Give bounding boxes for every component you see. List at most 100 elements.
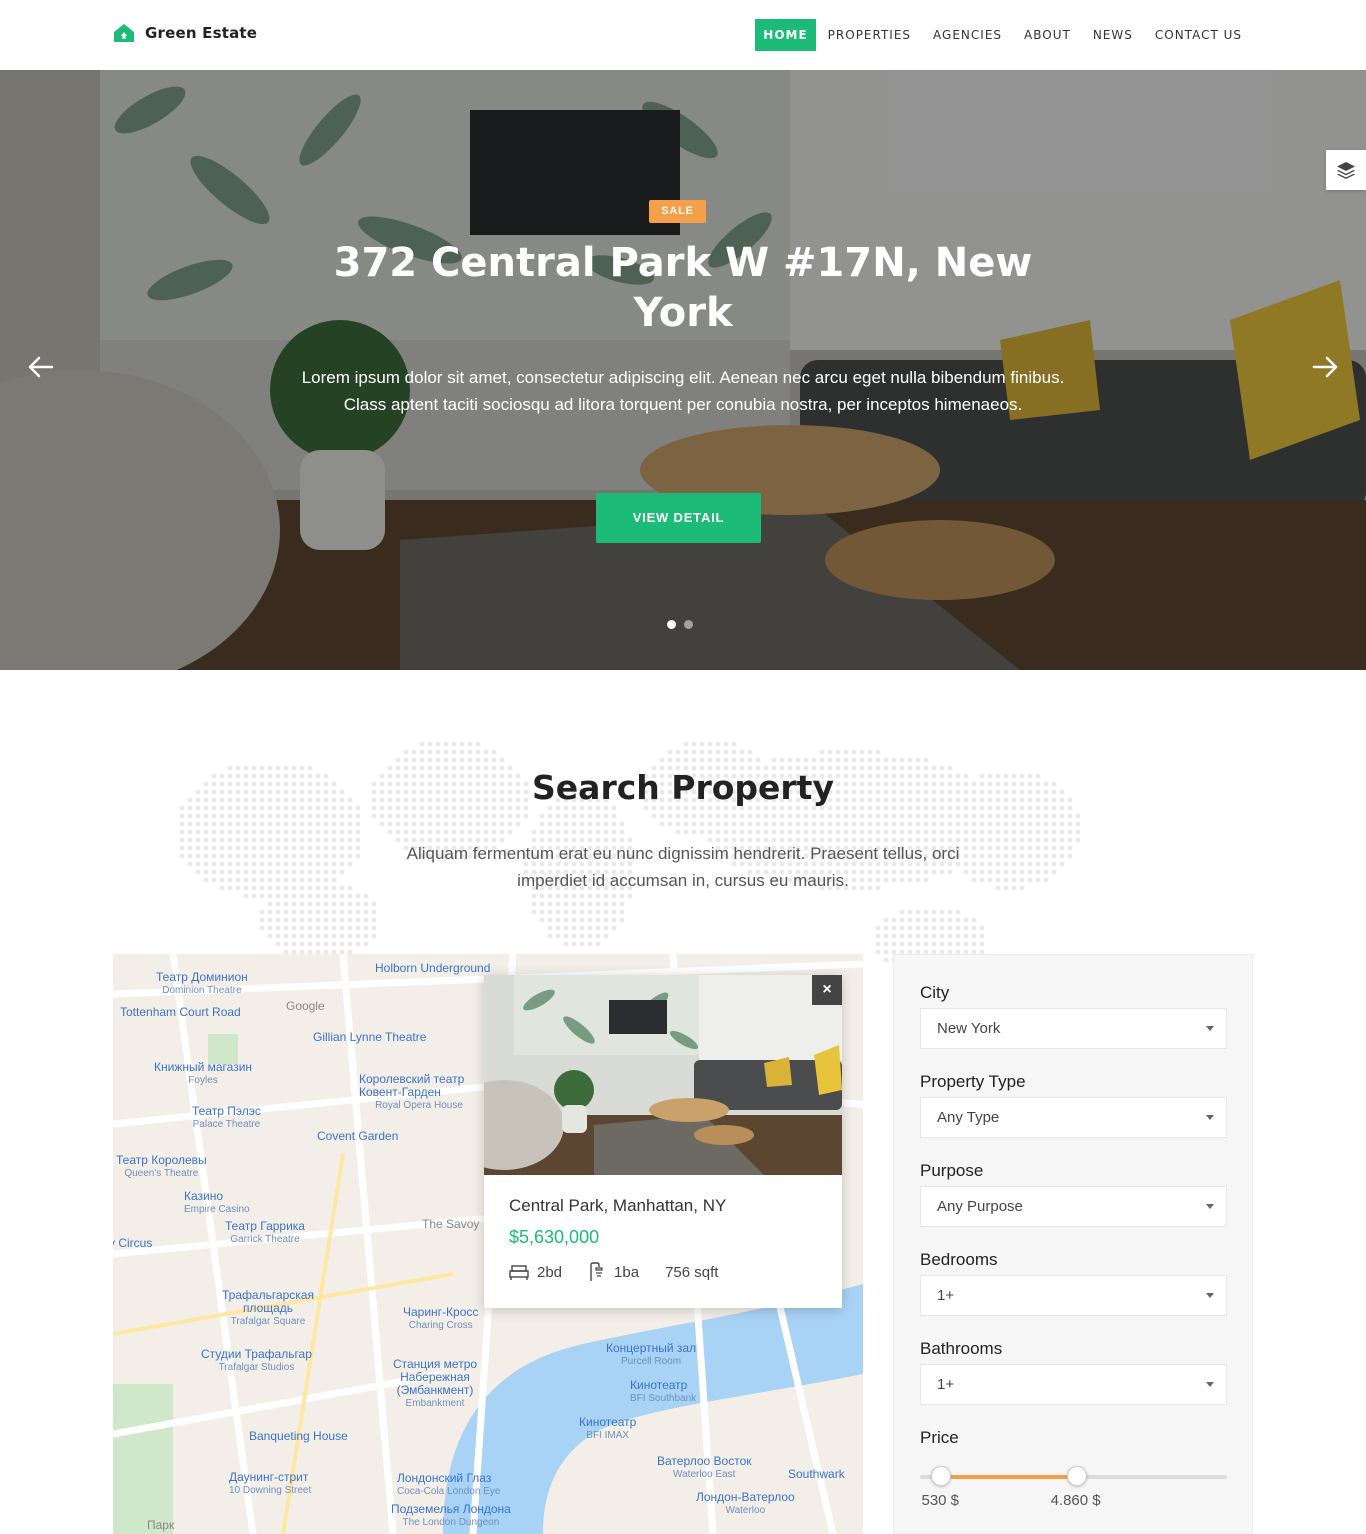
- nav-properties[interactable]: PROPERTIES: [817, 19, 922, 51]
- world-map-dot: [267, 773, 273, 779]
- world-map-dot: [923, 829, 929, 835]
- world-map-dot: [987, 861, 993, 867]
- world-map-dot: [1003, 773, 1009, 779]
- world-map-dot: [315, 869, 321, 875]
- world-map-dot: [251, 829, 257, 835]
- world-map-dot: [771, 813, 777, 819]
- world-map-dot: [443, 741, 449, 747]
- world-map-dot: [1019, 869, 1025, 875]
- bedrooms-select[interactable]: 1+: [920, 1275, 1227, 1316]
- world-map-dot: [427, 749, 433, 755]
- world-map-dot: [955, 941, 961, 947]
- price-min-handle[interactable]: [931, 1466, 952, 1486]
- nav-about[interactable]: ABOUT: [1013, 19, 1082, 51]
- world-map-dot: [323, 805, 329, 811]
- world-map-dot: [923, 813, 929, 819]
- view-detail-button[interactable]: VIEW DETAIL: [596, 493, 761, 543]
- world-map-dot: [955, 813, 961, 819]
- world-map-dot: [1051, 821, 1057, 827]
- world-map-dot: [315, 845, 321, 851]
- world-map-dot: [547, 893, 553, 899]
- world-map-dot: [1027, 805, 1033, 811]
- world-map-dot: [987, 845, 993, 851]
- world-map-dot: [819, 813, 825, 819]
- world-map-dot: [435, 813, 441, 819]
- world-map-dot: [451, 741, 457, 747]
- map-label-trafalgar: Трафальгарская площадь Trafalgar Square: [222, 1288, 314, 1328]
- world-map-dot: [235, 829, 241, 835]
- world-map-dot: [995, 813, 1001, 819]
- popup-property-image[interactable]: [484, 975, 842, 1175]
- price-range-slider[interactable]: [920, 1466, 1227, 1486]
- world-map-dot: [883, 917, 889, 923]
- map-label-google: Google: [286, 999, 325, 1013]
- world-map-dot: [259, 869, 265, 875]
- slider-dot-2[interactable]: [684, 620, 693, 629]
- world-map-dot: [355, 805, 361, 811]
- world-map-dot: [235, 845, 241, 851]
- hero-slider: SALE 372 Central Park W #17N, New York L…: [0, 70, 1366, 670]
- world-map-dot: [683, 757, 689, 763]
- world-map-dot: [555, 901, 561, 907]
- map-label-dungeon: Подземелья Лондона The London Dungeon: [391, 1502, 511, 1529]
- world-map-dot: [323, 797, 329, 803]
- world-map-dot: [227, 813, 233, 819]
- world-map-dot: [491, 829, 497, 835]
- map-label-charing-cross: Чаринг-Кросс Charing Cross: [403, 1305, 479, 1332]
- map-property-popup[interactable]: [484, 975, 842, 1308]
- world-map-dot: [947, 925, 953, 931]
- world-map-dot: [331, 909, 337, 915]
- arrow-right-icon[interactable]: [1310, 352, 1340, 382]
- world-map-dot: [179, 813, 185, 819]
- world-map-dot: [1035, 781, 1041, 787]
- bathrooms-select[interactable]: 1+: [920, 1364, 1227, 1405]
- slider-dot-1[interactable]: [667, 620, 676, 629]
- price-max-handle[interactable]: [1066, 1466, 1087, 1486]
- world-map-dot: [987, 837, 993, 843]
- world-map-dot: [259, 797, 265, 803]
- world-map-dot: [547, 933, 553, 939]
- world-map-dot: [987, 869, 993, 875]
- world-map-dot: [267, 789, 273, 795]
- world-map-dot: [1067, 837, 1073, 843]
- city-select[interactable]: New York: [920, 1008, 1227, 1049]
- nav-news[interactable]: NEWS: [1082, 19, 1144, 51]
- search-title: Search Property: [532, 768, 834, 807]
- world-map-dot: [339, 853, 345, 859]
- world-map-dot: [275, 861, 281, 867]
- world-map-dot: [259, 845, 265, 851]
- world-map-dot: [531, 901, 537, 907]
- world-map-dot: [731, 757, 737, 763]
- world-map-dot: [443, 813, 449, 819]
- layers-toggle-button[interactable]: [1326, 150, 1366, 190]
- world-map-dot: [347, 941, 353, 947]
- world-map-dot: [1067, 797, 1073, 803]
- nav-home[interactable]: HOME: [755, 19, 816, 51]
- world-map-dot: [243, 845, 249, 851]
- world-map-dot: [291, 869, 297, 875]
- world-map-dot: [995, 877, 1001, 883]
- world-map-dot: [971, 933, 977, 939]
- purpose-select[interactable]: Any Purpose: [920, 1186, 1227, 1227]
- world-map-dot: [611, 925, 617, 931]
- world-map-dot: [995, 869, 1001, 875]
- brand-logo[interactable]: Green Estate: [113, 22, 257, 44]
- house-icon: [114, 24, 134, 42]
- popup-property-title[interactable]: Central Park, Manhattan, NY: [509, 1196, 726, 1216]
- world-map-dot: [211, 805, 217, 811]
- popup-close-button[interactable]: ×: [812, 975, 842, 1005]
- world-map-dot: [403, 813, 409, 819]
- world-map-dot: [523, 813, 529, 819]
- world-map-dot: [883, 821, 889, 827]
- world-map-dot: [323, 845, 329, 851]
- world-map-dot: [347, 853, 353, 859]
- property-type-select[interactable]: Any Type: [920, 1097, 1227, 1138]
- price-max-value: 4.860 $: [1050, 1492, 1101, 1509]
- arrow-left-icon[interactable]: [26, 352, 56, 382]
- nav-agencies[interactable]: AGENCIES: [922, 19, 1013, 51]
- world-map-dot: [467, 757, 473, 763]
- nav-contact[interactable]: CONTACT US: [1144, 19, 1253, 51]
- search-description: Aliquam fermentum erat eu nunc dignissim…: [406, 844, 960, 890]
- world-map-dot: [235, 853, 241, 859]
- world-map-dot: [1019, 805, 1025, 811]
